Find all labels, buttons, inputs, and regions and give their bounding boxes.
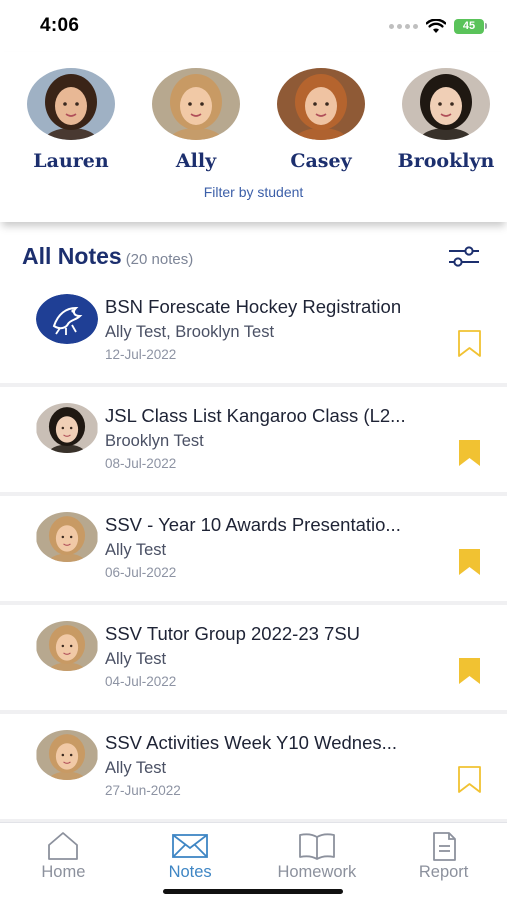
note-students: Brooklyn Test (105, 432, 204, 450)
note-students: Ally Test (105, 759, 167, 777)
notes-count: (20 notes) (125, 250, 194, 268)
notes-header: All Notes (20 notes) (0, 236, 507, 276)
note-item[interactable]: JSL Class List Kangaroo Class (L2... Bro… (0, 387, 507, 496)
home-indicator (163, 889, 343, 894)
status-icons: 45 (389, 18, 487, 34)
note-date: 27-Jun-2022 (105, 783, 181, 798)
student-avatar (36, 403, 98, 453)
student-name: Casey (290, 150, 352, 172)
note-date: 08-Jul-2022 (105, 456, 177, 471)
bookmark-filled-icon[interactable] (457, 548, 482, 576)
note-students: Ally Test, Brooklyn Test (105, 323, 275, 341)
tab-label: Notes (168, 863, 212, 881)
tab-label: Report (418, 863, 469, 881)
bookmark-outline-icon[interactable] (457, 766, 482, 794)
note-date: 12-Jul-2022 (105, 347, 177, 362)
note-title: JSL Class List Kangaroo Class (L2... (105, 405, 406, 426)
note-item[interactable]: BSN Forescate Hockey Registration Ally T… (0, 278, 507, 387)
bookmark-filled-icon[interactable] (457, 657, 482, 685)
note-title: SSV - Year 10 Awards Presentatio... (105, 514, 401, 535)
tab-label: Homework (277, 863, 357, 881)
status-bar: 4:06 45 (0, 0, 507, 52)
bookmark-outline-icon[interactable] (457, 330, 482, 358)
bottom-tab-bar: Home Notes Homework Report (0, 822, 507, 900)
student-avatar (152, 68, 240, 140)
student-avatar (27, 68, 115, 140)
student-name: Brooklyn (397, 150, 495, 172)
tab-home[interactable]: Home (0, 823, 127, 900)
battery-level: 45 (454, 18, 484, 34)
notes-title: All Notes (20 notes) (22, 243, 193, 270)
note-title: BSN Forescate Hockey Registration (105, 296, 402, 317)
note-title: SSV Activities Week Y10 Wednes... (105, 732, 398, 753)
student-avatar (36, 512, 98, 562)
home-icon (48, 832, 79, 860)
bookmark-filled-icon[interactable] (457, 439, 482, 467)
book-icon (298, 833, 335, 860)
envelope-icon (172, 834, 209, 858)
notes-heading: All Notes (22, 242, 122, 269)
document-icon (432, 832, 456, 861)
note-item[interactable]: SSV - Year 10 Awards Presentatio... Ally… (0, 496, 507, 605)
battery-icon: 45 (454, 18, 487, 34)
student-avatar (402, 68, 490, 140)
student-avatar (277, 68, 365, 140)
student-ally[interactable]: Ally (141, 68, 251, 172)
note-students: Ally Test (105, 650, 167, 668)
note-title: SSV Tutor Group 2022-23 7SU (105, 623, 361, 644)
student-brooklyn[interactable]: Brooklyn (391, 68, 501, 172)
student-lauren[interactable]: Lauren (16, 68, 126, 172)
note-date: 06-Jul-2022 (105, 565, 177, 580)
student-avatar (36, 621, 98, 671)
school-logo-icon (36, 294, 98, 344)
student-name: Lauren (33, 150, 109, 172)
notes-list: BSN Forescate Hockey Registration Ally T… (0, 278, 507, 823)
cellular-signal-icon (389, 23, 418, 29)
tab-label: Home (41, 863, 86, 881)
status-time: 4:06 (40, 15, 80, 36)
student-filter-panel: Lauren Ally Casey Brooklyn Filter by stu… (0, 52, 507, 222)
wifi-icon (426, 18, 446, 33)
note-item[interactable]: SSV Activities Week Y10 Wednes... Ally T… (0, 714, 507, 823)
student-name: Ally (175, 150, 217, 172)
tab-report[interactable]: Report (380, 823, 507, 900)
note-item[interactable]: SSV Tutor Group 2022-23 7SU Ally Test 04… (0, 605, 507, 714)
filter-sliders-icon[interactable] (447, 243, 481, 269)
student-avatar (36, 730, 98, 780)
filter-by-student-label: Filter by student (203, 184, 304, 200)
student-list: Lauren Ally Casey Brooklyn (0, 52, 507, 172)
note-date: 04-Jul-2022 (105, 674, 177, 689)
student-casey[interactable]: Casey (266, 68, 376, 172)
note-students: Ally Test (105, 541, 167, 559)
